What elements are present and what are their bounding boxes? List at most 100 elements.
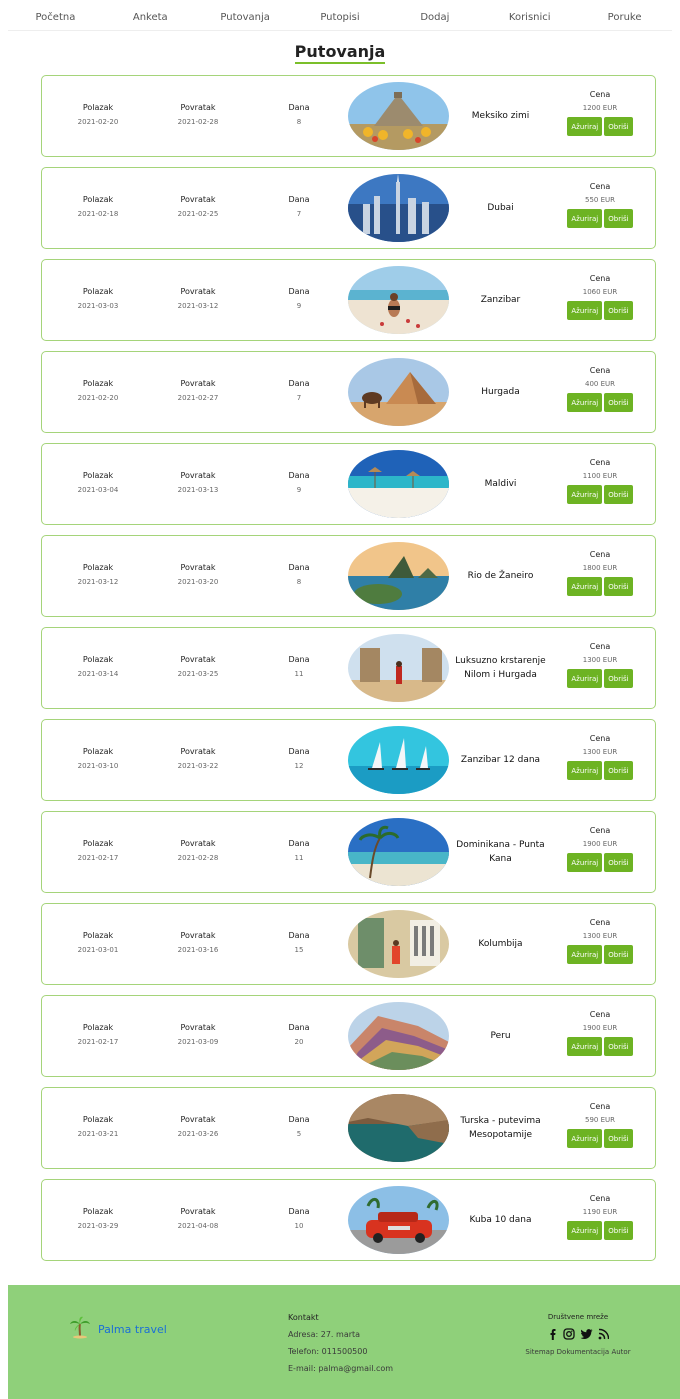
delete-button[interactable]: Obriši bbox=[604, 209, 633, 228]
days-label: Dana bbox=[288, 195, 310, 204]
update-button[interactable]: Ažuriraj bbox=[567, 577, 603, 596]
departure-date: 2021-03-10 bbox=[77, 762, 119, 770]
brand[interactable]: Palma travel bbox=[68, 1315, 167, 1343]
return-col: Povratak 2021-03-12 bbox=[153, 287, 243, 310]
destination-name: Turska - putevima Mesopotamije bbox=[460, 1116, 541, 1140]
update-button[interactable]: Ažuriraj bbox=[567, 301, 603, 320]
nav-anketa[interactable]: Anketa bbox=[103, 8, 198, 23]
departure-date: 2021-03-04 bbox=[77, 486, 119, 494]
update-button[interactable]: Ažuriraj bbox=[567, 945, 603, 964]
delete-button[interactable]: Obriši bbox=[604, 761, 633, 780]
return-label: Povratak bbox=[180, 379, 216, 388]
destination-name: Kolumbija bbox=[478, 939, 523, 949]
return-label: Povratak bbox=[180, 747, 216, 756]
update-button[interactable]: Ažuriraj bbox=[567, 761, 603, 780]
return-label: Povratak bbox=[180, 1115, 216, 1124]
days-col: Dana 8 bbox=[254, 563, 344, 586]
price-box: Cena 1900 EUR Ažuriraj Obriši bbox=[562, 826, 638, 872]
trip-photo-temple bbox=[348, 634, 449, 702]
delete-button[interactable]: Obriši bbox=[604, 669, 633, 688]
return-col: Povratak 2021-03-13 bbox=[153, 471, 243, 494]
trip-photo-image bbox=[348, 1094, 449, 1162]
delete-button[interactable]: Obriši bbox=[604, 1129, 633, 1148]
delete-button[interactable]: Obriši bbox=[604, 1037, 633, 1056]
trip-photo-beach-umbrella bbox=[348, 450, 449, 518]
days-col: Dana 11 bbox=[254, 839, 344, 862]
update-button[interactable]: Ažuriraj bbox=[567, 1037, 603, 1056]
instagram-icon[interactable] bbox=[563, 1325, 575, 1344]
trip-photo-bay bbox=[348, 542, 449, 610]
return-date: 2021-03-20 bbox=[177, 578, 219, 586]
link-autor[interactable]: Autor bbox=[611, 1348, 630, 1356]
trip-card: Polazak 2021-03-12 Povratak 2021-03-20 D… bbox=[41, 535, 656, 617]
return-col: Povratak 2021-02-28 bbox=[153, 839, 243, 862]
update-button[interactable]: Ažuriraj bbox=[567, 209, 603, 228]
trip-actions: Ažuriraj Obriši bbox=[562, 853, 638, 872]
return-label: Povratak bbox=[180, 563, 216, 572]
price-label: Cena bbox=[589, 90, 611, 99]
nav-putovanja[interactable]: Putovanja bbox=[198, 8, 293, 23]
trip-card: Polazak 2021-02-20 Povratak 2021-02-27 D… bbox=[41, 351, 656, 433]
delete-button[interactable]: Obriši bbox=[604, 1221, 633, 1240]
days-col: Dana 5 bbox=[254, 1115, 344, 1138]
delete-button[interactable]: Obriši bbox=[604, 485, 633, 504]
price-box: Cena 1190 EUR Ažuriraj Obriši bbox=[562, 1194, 638, 1240]
delete-button[interactable]: Obriši bbox=[604, 945, 633, 964]
link-dokumentacija[interactable]: Dokumentacija bbox=[557, 1348, 610, 1356]
trip-photo-rainbow-mountain bbox=[348, 1002, 449, 1070]
facebook-icon[interactable] bbox=[547, 1325, 558, 1344]
destination-name: Dubai bbox=[487, 203, 514, 213]
delete-button[interactable]: Obriši bbox=[604, 853, 633, 872]
return-label: Povratak bbox=[180, 655, 216, 664]
departure-date: 2021-03-03 bbox=[77, 302, 119, 310]
days-value: 15 bbox=[294, 946, 304, 954]
delete-button[interactable]: Obriši bbox=[604, 393, 633, 412]
destination-name: Luksuzno krstarenje Nilom i Hurgada bbox=[455, 656, 546, 680]
main-nav: Početna Anketa Putovanja Putopisi Dodaj … bbox=[8, 0, 672, 31]
rss-icon[interactable] bbox=[598, 1325, 610, 1344]
update-button[interactable]: Ažuriraj bbox=[567, 485, 603, 504]
update-button[interactable]: Ažuriraj bbox=[567, 393, 603, 412]
delete-button[interactable]: Obriši bbox=[604, 577, 633, 596]
trip-photo-image bbox=[348, 1002, 449, 1070]
return-date: 2021-02-28 bbox=[177, 118, 219, 126]
trip-photo-image bbox=[348, 358, 449, 426]
update-button[interactable]: Ažuriraj bbox=[567, 853, 603, 872]
return-col: Povratak 2021-02-27 bbox=[153, 379, 243, 402]
trip-photo-pyramid bbox=[348, 82, 449, 150]
footer-links: Sitemap Dokumentacija Autor bbox=[513, 1348, 643, 1356]
social-icons bbox=[513, 1325, 643, 1344]
price-box: Cena 1800 EUR Ažuriraj Obriši bbox=[562, 550, 638, 596]
departure-label: Polazak bbox=[82, 563, 114, 572]
return-date: 2021-03-26 bbox=[177, 1130, 219, 1138]
departure-label: Polazak bbox=[82, 1115, 114, 1124]
contact-title: Kontakt bbox=[288, 1313, 319, 1322]
return-col: Povratak 2021-02-25 bbox=[153, 195, 243, 218]
delete-button[interactable]: Obriši bbox=[604, 117, 633, 136]
trip-actions: Ažuriraj Obriši bbox=[562, 945, 638, 964]
nav-pocetna[interactable]: Početna bbox=[8, 8, 103, 23]
return-date: 2021-03-25 bbox=[177, 670, 219, 678]
days-value: 11 bbox=[294, 670, 304, 678]
delete-button[interactable]: Obriši bbox=[604, 301, 633, 320]
twitter-icon[interactable] bbox=[580, 1325, 593, 1344]
days-value: 12 bbox=[294, 762, 304, 770]
link-sitemap[interactable]: Sitemap bbox=[525, 1348, 554, 1356]
days-col: Dana 7 bbox=[254, 379, 344, 402]
nav-korisnici[interactable]: Korisnici bbox=[482, 8, 577, 23]
departure-date: 2021-02-20 bbox=[77, 118, 119, 126]
trip-actions: Ažuriraj Obriši bbox=[562, 1129, 638, 1148]
price-box: Cena 1300 EUR Ažuriraj Obriši bbox=[562, 642, 638, 688]
update-button[interactable]: Ažuriraj bbox=[567, 669, 603, 688]
days-label: Dana bbox=[288, 747, 310, 756]
return-label: Povratak bbox=[180, 931, 216, 940]
update-button[interactable]: Ažuriraj bbox=[567, 1129, 603, 1148]
departure-date: 2021-03-21 bbox=[77, 1130, 119, 1138]
nav-putopisi[interactable]: Putopisi bbox=[293, 8, 388, 23]
update-button[interactable]: Ažuriraj bbox=[567, 1221, 603, 1240]
update-button[interactable]: Ažuriraj bbox=[567, 117, 603, 136]
nav-poruke[interactable]: Poruke bbox=[577, 8, 672, 23]
nav-dodaj[interactable]: Dodaj bbox=[387, 8, 482, 23]
contact-email: E-mail: palma@gmail.com bbox=[288, 1364, 394, 1373]
trip-card: Polazak 2021-03-10 Povratak 2021-03-22 D… bbox=[41, 719, 656, 801]
